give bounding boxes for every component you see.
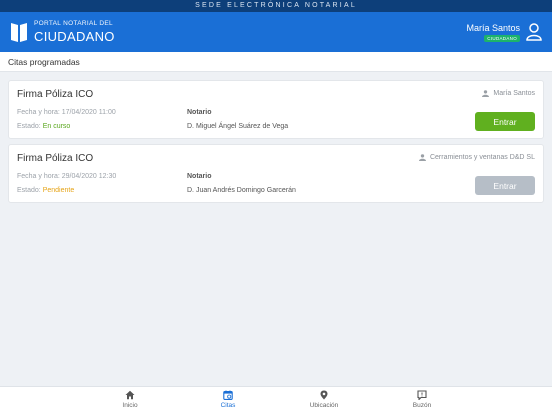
client-name: María Santos (493, 90, 535, 97)
status-value: Pendiente (42, 187, 75, 194)
appointment-datetime: Fecha y hora: 17/04/2020 11:00 (17, 109, 116, 116)
datetime-value: 17/04/2020 11:00 (61, 109, 116, 116)
bottom-navigation: Inicio Citas Ubicación Buzón (0, 386, 552, 414)
appointment-client: Cerramientos y ventanas D&D SL (418, 154, 535, 161)
notario-label: Notario (187, 173, 212, 180)
enter-button-disabled[interactable]: Entrar (475, 176, 535, 195)
nav-label-inicio: Inicio (122, 402, 138, 409)
brand-title: CIUDADANO (34, 28, 115, 44)
appointment-title: Firma Póliza ICO (17, 89, 94, 100)
app-header: PORTAL NOTARIAL DEL CIUDADANO María Sant… (0, 12, 552, 52)
mailbox-icon (417, 390, 427, 400)
section-title: Citas programadas (0, 52, 552, 72)
location-pin-icon (320, 390, 328, 400)
notario-label: Notario (187, 109, 212, 116)
brand[interactable]: PORTAL NOTARIAL DEL CIUDADANO (10, 21, 115, 43)
person-icon (418, 154, 426, 161)
appointment-card: Firma Póliza ICO María Santos Fecha y ho… (8, 80, 544, 139)
datetime-label: Fecha y hora: (17, 109, 60, 116)
person-icon (482, 90, 490, 97)
appointment-title: Firma Póliza ICO (17, 153, 94, 164)
calendar-icon (223, 390, 233, 400)
appointment-status: Estado: Pendiente (17, 187, 74, 194)
nav-label-citas: Citas (220, 402, 236, 409)
nav-item-inicio[interactable]: Inicio (100, 390, 160, 409)
datetime-label: Fecha y hora: (17, 173, 60, 180)
brand-subtitle: PORTAL NOTARIAL DEL (34, 20, 113, 28)
enter-button[interactable]: Entrar (475, 112, 535, 131)
appointment-status: Estado: En curso (17, 123, 70, 130)
user-info: María Santos CIUDADANO (466, 23, 520, 42)
notario-name: D. Juan Andrés Domingo Garcerán (187, 187, 296, 194)
home-icon (125, 390, 135, 400)
appointment-datetime: Fecha y hora: 29/04/2020 12:30 (17, 173, 116, 180)
status-value: En curso (42, 123, 71, 130)
status-label: Estado: (17, 187, 41, 194)
user-menu[interactable]: María Santos CIUDADANO (466, 23, 542, 42)
client-name: Cerramientos y ventanas D&D SL (429, 154, 535, 161)
nav-item-buzon[interactable]: Buzón (392, 390, 452, 409)
appointment-card: Firma Póliza ICO Cerramientos y ventanas… (8, 144, 544, 203)
nav-label-ubicacion: Ubicación (309, 402, 339, 409)
top-banner: SEDE ELECTRÓNICA NOTARIAL (0, 0, 552, 12)
status-label: Estado: (17, 123, 41, 130)
user-name: María Santos (466, 22, 520, 33)
datetime-value: 29/04/2020 12:30 (61, 173, 117, 180)
user-role-badge: CIUDADANO (484, 34, 520, 42)
nav-item-ubicacion[interactable]: Ubicación (294, 390, 354, 409)
user-icon[interactable] (526, 23, 542, 41)
book-logo-icon (11, 23, 27, 42)
nav-item-citas[interactable]: Citas (198, 390, 258, 409)
notario-name: D. Miguel Ángel Suárez de Vega (187, 123, 289, 130)
appointment-client: María Santos (482, 90, 535, 97)
brand-text: PORTAL NOTARIAL DEL CIUDADANO (34, 21, 115, 43)
nav-label-buzon: Buzón (412, 402, 432, 409)
